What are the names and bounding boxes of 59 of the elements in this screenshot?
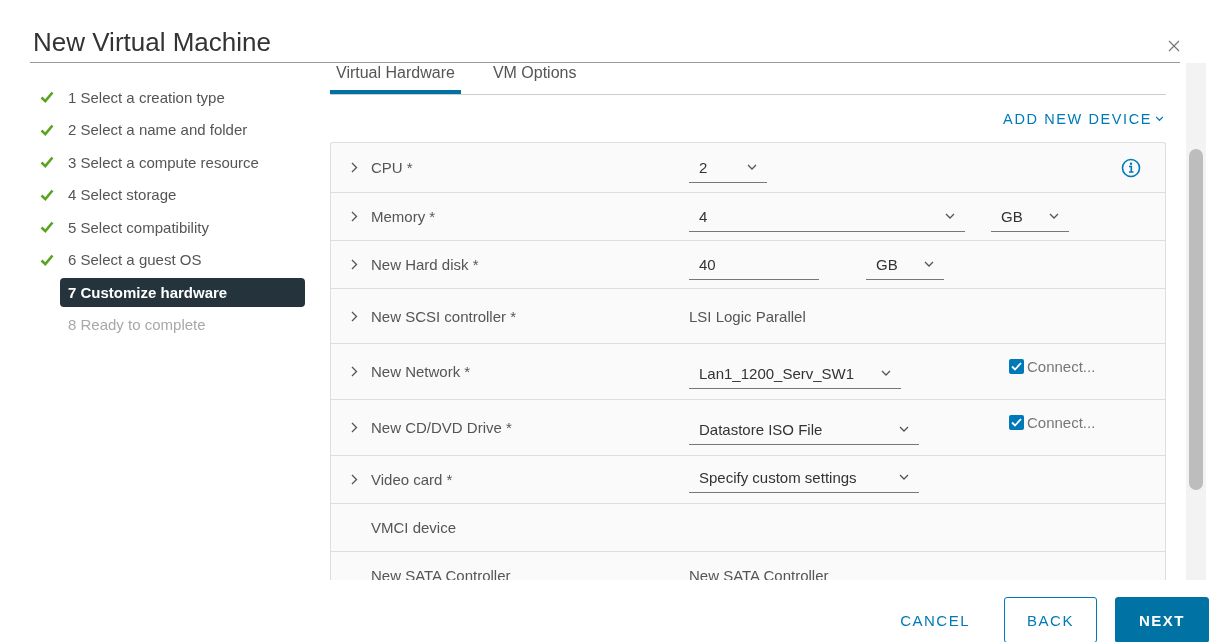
wizard-step[interactable]: 7 Customize hardware bbox=[60, 277, 305, 307]
add-device-menu[interactable]: ADD NEW DEVICE bbox=[1003, 110, 1164, 127]
chevron-down-icon bbox=[924, 260, 934, 268]
wizard-step[interactable]: 3 Select a compute resource bbox=[60, 147, 267, 177]
check-icon bbox=[40, 91, 54, 104]
checkbox-label: Connect... bbox=[1027, 358, 1096, 375]
device-label: New Hard disk * bbox=[371, 256, 479, 273]
dropdown[interactable]: 2 bbox=[689, 152, 767, 183]
dropdown[interactable]: Lan1_1200_Serv_SW1 bbox=[689, 359, 901, 389]
dropdown[interactable]: 4 bbox=[689, 201, 965, 232]
wizard-step[interactable]: 4 Select storage bbox=[60, 180, 185, 210]
tab[interactable]: VM Options bbox=[486, 63, 583, 94]
check-icon bbox=[40, 123, 54, 136]
scrollbar[interactable] bbox=[1186, 63, 1206, 580]
check-icon bbox=[40, 253, 54, 266]
chevron-down-icon bbox=[899, 426, 909, 433]
dropdown[interactable]: Specify custom settings bbox=[689, 463, 919, 493]
checkbox-label: Connect... bbox=[1027, 414, 1096, 431]
input-field[interactable]: 40 bbox=[689, 249, 819, 280]
window-title: New Virtual Machine bbox=[33, 27, 271, 58]
chevron-right-icon[interactable] bbox=[351, 259, 358, 270]
chevron-down-icon bbox=[1155, 115, 1164, 122]
chevron-down-icon bbox=[1049, 212, 1059, 220]
checkbox[interactable] bbox=[1009, 415, 1024, 430]
device-label: New SCSI controller * bbox=[371, 307, 517, 325]
chevron-right-icon[interactable] bbox=[351, 211, 358, 222]
chevron-right-icon[interactable] bbox=[351, 310, 358, 322]
button[interactable]: CANCEL bbox=[884, 597, 986, 642]
chevron-down-icon bbox=[881, 370, 891, 377]
device-label: New Network * bbox=[371, 363, 471, 380]
wizard-step[interactable]: 6 Select a guest OS bbox=[60, 245, 210, 275]
wizard-step[interactable]: 5 Select compatibility bbox=[60, 212, 217, 242]
device-label: Video card * bbox=[371, 471, 453, 488]
chevron-right-icon[interactable] bbox=[351, 422, 358, 433]
tab[interactable]: Virtual Hardware bbox=[330, 63, 461, 94]
device-label: Memory * bbox=[371, 208, 436, 225]
button[interactable]: BACK bbox=[1004, 597, 1097, 642]
chevron-down-icon bbox=[899, 474, 909, 481]
device-label: VMCI device bbox=[371, 519, 457, 536]
device-value: LSI Logic Parallel bbox=[689, 307, 806, 325]
chevron-down-icon bbox=[945, 212, 955, 220]
dropdown[interactable]: GB bbox=[866, 249, 944, 280]
wizard-step[interactable]: 2 Select a name and folder bbox=[60, 115, 256, 145]
device-label: New CD/DVD Drive * bbox=[371, 419, 512, 436]
checkbox[interactable] bbox=[1009, 359, 1024, 374]
chevron-down-icon bbox=[747, 163, 757, 171]
dropdown[interactable]: GB bbox=[991, 201, 1069, 232]
chevron-right-icon[interactable] bbox=[351, 162, 358, 173]
button[interactable]: NEXT bbox=[1115, 597, 1209, 642]
wizard-step[interactable]: 1 Select a creation type bbox=[60, 82, 233, 112]
info-icon[interactable] bbox=[1121, 157, 1141, 178]
close-icon[interactable] bbox=[1168, 40, 1180, 52]
check-icon bbox=[40, 221, 54, 234]
chevron-right-icon[interactable] bbox=[351, 474, 358, 485]
device-label: CPU * bbox=[371, 159, 413, 176]
check-icon bbox=[40, 156, 54, 169]
dropdown[interactable]: Datastore ISO File bbox=[689, 415, 919, 445]
check-icon bbox=[40, 188, 54, 201]
chevron-right-icon[interactable] bbox=[351, 366, 358, 377]
